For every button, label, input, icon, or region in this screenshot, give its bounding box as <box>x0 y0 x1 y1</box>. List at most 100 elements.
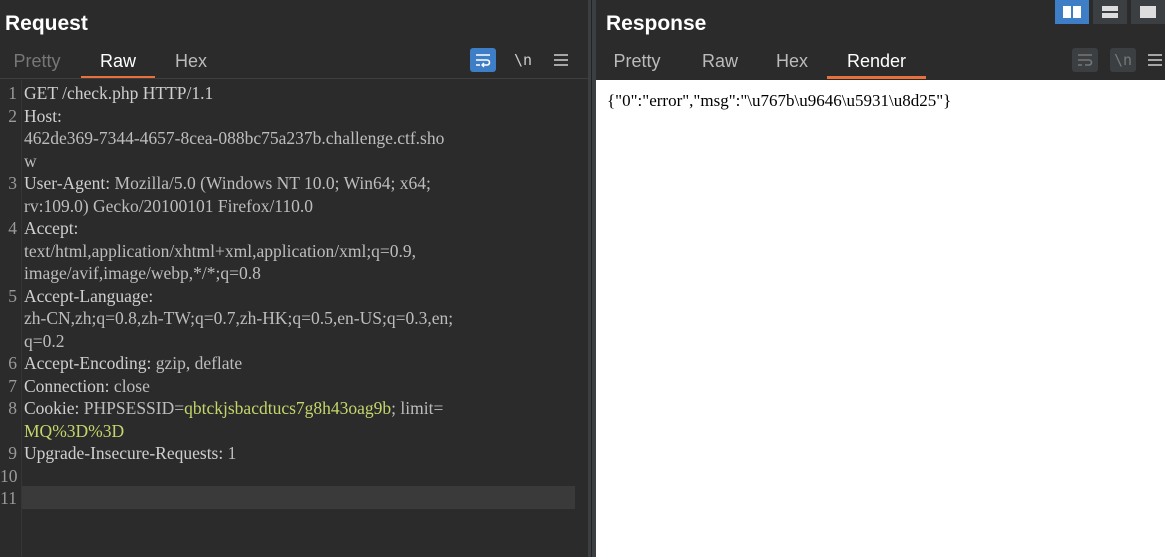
request-title: Request <box>5 12 88 35</box>
line-number: 1 <box>8 83 17 103</box>
line-number: 9 <box>8 443 17 463</box>
code-token: qbtckjsbacdtucs7g8h43oag9b <box>184 398 392 418</box>
hamburger-icon <box>554 54 568 66</box>
response-title: Response <box>606 12 707 35</box>
code-token: 1 <box>227 443 237 463</box>
code-text: Connection: close <box>24 375 150 398</box>
code-token: ; limit= <box>391 398 444 418</box>
hamburger-icon <box>1148 54 1162 66</box>
code-token: GET /check.php HTTP/1.1 <box>24 83 214 103</box>
code-token: Upgrade-Insecure-Requests: <box>24 443 228 463</box>
request-editor[interactable]: 1 GET /check.php HTTP/1.1 2 Host: 462de369-7… <box>0 80 588 557</box>
single-pane-icon <box>1140 6 1156 18</box>
columns-icon <box>1063 6 1081 18</box>
code-token: 462de369-7344-4657-8cea-088bc75a237b.cha… <box>24 128 445 148</box>
line-number: 7 <box>8 375 17 396</box>
layout-side-by-side-button[interactable] <box>1055 0 1089 24</box>
code-token: q=0.2 <box>24 330 65 351</box>
line-number: 2 <box>8 105 17 126</box>
code-token: Mozilla/5.0 (Windows NT 10.0; Win64; x64… <box>114 173 431 193</box>
code-line: 6 Accept-Encoding: gzip, deflate <box>0 352 575 375</box>
code-token: User-Agent: <box>24 173 115 193</box>
code-line: 4 Accept: <box>0 217 575 240</box>
code-text: MQ%3D%3D <box>24 420 124 443</box>
wrap-toggle-button[interactable] <box>470 48 496 72</box>
response-tab-render[interactable]: Render <box>827 48 926 79</box>
code-line: text/html,application/xhtml+xml,applicat… <box>0 240 575 263</box>
layout-switcher <box>1055 0 1165 24</box>
code-line: 2 Host: <box>0 105 575 128</box>
code-token: Accept-Encoding: <box>24 353 156 373</box>
code-line: 11 <box>0 487 575 510</box>
code-text: Accept-Language: <box>24 285 153 308</box>
line-number: 6 <box>8 353 17 373</box>
code-text: w <box>24 150 37 173</box>
code-text: text/html,application/xhtml+xml,applicat… <box>24 240 416 263</box>
request-tab-pretty[interactable]: Pretty <box>5 48 69 76</box>
pane-splitter[interactable] <box>588 0 596 557</box>
layout-tabs-button[interactable] <box>1131 0 1165 24</box>
code-line: image/avif,image/webp,*/*;q=0.8 <box>0 262 575 285</box>
layout-stacked-button[interactable] <box>1093 0 1127 24</box>
show-newlines-button[interactable]: \n <box>510 48 536 72</box>
code-line: zh-CN,zh;q=0.8,zh-TW;q=0.7,zh-HK;q=0.5,e… <box>0 307 575 330</box>
rows-icon <box>1102 6 1118 18</box>
rendered-response-body: {"0":"error","msg":"\u767b\u9646\u5931\u… <box>607 91 952 110</box>
response-render-view[interactable]: {"0":"error","msg":"\u767b\u9646\u5931\u… <box>596 80 1165 557</box>
code-token: image/avif,image/webp,*/*;q=0.8 <box>24 263 261 283</box>
code-token: rv:109.0) Gecko/20100101 Firefox/110.0 <box>24 195 314 216</box>
code-text: Upgrade-Insecure-Requests: 1 <box>24 442 236 465</box>
wrap-icon <box>1078 54 1093 66</box>
code-line: 10 <box>0 465 575 488</box>
code-text: Accept: <box>24 217 78 240</box>
response-tab-pretty[interactable]: Pretty <box>604 48 670 76</box>
code-token: zh-CN,zh;q=0.8,zh-TW;q=0.7,zh-HK;q=0.5,e… <box>24 308 454 328</box>
code-line: 7 Connection: close <box>0 375 575 398</box>
line-number: 8 <box>8 398 17 418</box>
response-tab-hex[interactable]: Hex <box>766 48 818 76</box>
code-text: Cookie: PHPSESSID=qbtckjsbacdtucs7g8h43o… <box>24 397 443 420</box>
code-token: text/html,application/xhtml+xml,applicat… <box>24 240 417 261</box>
code-token: gzip, deflate <box>155 353 243 373</box>
line-number: 10 <box>0 465 18 486</box>
code-token: Host: <box>24 105 62 126</box>
code-line: q=0.2 <box>0 330 575 353</box>
line-number: 3 <box>8 173 17 193</box>
code-token: MQ%3D%3D <box>24 420 125 441</box>
response-wrap-button[interactable] <box>1072 48 1098 72</box>
wrap-icon <box>476 54 491 68</box>
code-token: Accept-Language: <box>24 285 154 306</box>
request-tab-raw[interactable]: Raw <box>81 48 155 79</box>
code-text: zh-CN,zh;q=0.8,zh-TW;q=0.7,zh-HK;q=0.5,e… <box>24 307 453 330</box>
line-number: 4 <box>8 218 17 238</box>
code-text: rv:109.0) Gecko/20100101 Firefox/110.0 <box>24 195 313 218</box>
request-tabs-divider <box>0 78 588 79</box>
request-pane: Request Pretty Raw Hex \n 1 GET /check.ph… <box>0 0 588 557</box>
code-line: 5 Accept-Language: <box>0 285 575 308</box>
code-line: 8 Cookie: PHPSESSID=qbtckjsbacdtucs7g8h43… <box>0 397 575 420</box>
code-line: 462de369-7344-4657-8cea-088bc75a237b.cha… <box>0 127 575 150</box>
code-line: rv:109.0) Gecko/20100101 Firefox/110.0 <box>0 195 575 218</box>
code-text: Host: <box>24 105 62 128</box>
response-pane: Response Pretty Raw Hex Render \n {"0":"… <box>596 0 1165 557</box>
request-tabs: Pretty Raw Hex <box>0 48 588 79</box>
code-line: w <box>0 150 575 173</box>
line-number: 11 <box>0 488 17 508</box>
code-token: Cookie: <box>24 398 84 418</box>
response-newlines-button[interactable]: \n <box>1110 48 1136 72</box>
code-line: MQ%3D%3D <box>0 420 575 443</box>
line-number: 5 <box>8 285 17 306</box>
code-line: 9 Upgrade-Insecure-Requests: 1 <box>0 442 575 465</box>
code-line: 1 GET /check.php HTTP/1.1 <box>0 82 575 105</box>
code-text: q=0.2 <box>24 330 65 353</box>
code-line: 3 User-Agent: Mozilla/5.0 (Windows NT 10.… <box>0 172 575 195</box>
request-tab-hex[interactable]: Hex <box>165 48 217 76</box>
code-text: Accept-Encoding: gzip, deflate <box>24 352 242 375</box>
code-text: GET /check.php HTTP/1.1 <box>24 82 213 105</box>
response-tab-raw[interactable]: Raw <box>694 48 746 76</box>
response-menu-button[interactable] <box>1147 48 1165 72</box>
code-text: User-Agent: Mozilla/5.0 (Windows NT 10.0… <box>24 172 431 195</box>
request-menu-button[interactable] <box>548 48 574 72</box>
code-text: image/avif,image/webp,*/*;q=0.8 <box>24 262 261 285</box>
code-token: Accept: <box>24 218 79 238</box>
